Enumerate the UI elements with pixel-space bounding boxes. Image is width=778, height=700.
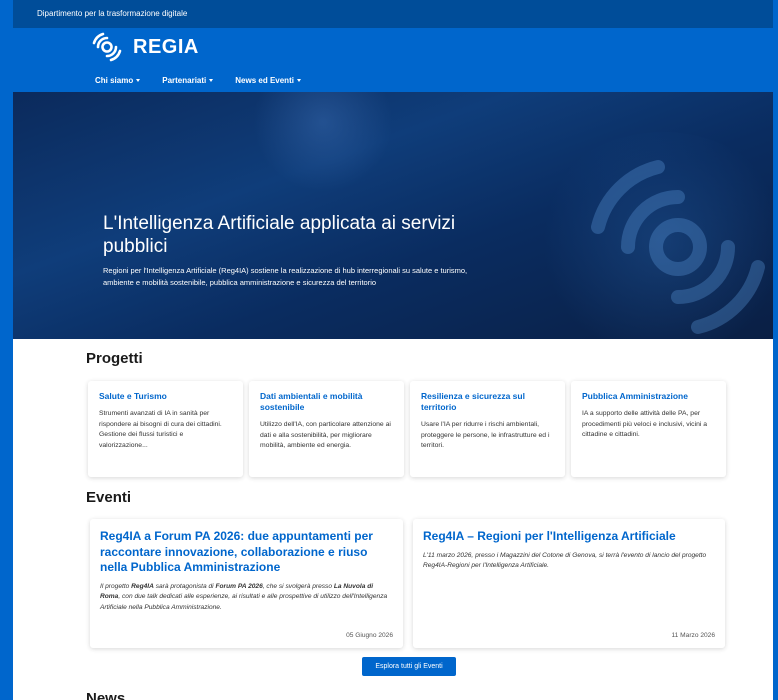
project-card-dati-ambientali[interactable]: Dati ambientali e mobilità sostenibile U… [249, 381, 404, 477]
hero-title: L'Intelligenza Artificiale applicata ai … [103, 213, 456, 257]
events-section-title: Eventi [86, 489, 132, 506]
project-card-title[interactable]: Salute e Turismo [99, 391, 232, 402]
project-card-resilienza[interactable]: Resilienza e sicurezza sul territorio Us… [410, 381, 565, 477]
nav-chi-siamo-label: Chi siamo [95, 76, 134, 85]
hero-banner: L'Intelligenza Artificiale applicata ai … [13, 92, 773, 339]
nav-news-eventi-label: News ed Eventi [235, 76, 294, 85]
project-card-text: Utilizzo dell'IA, con particolare attenz… [260, 421, 391, 449]
event-card-date: 05 Giugno 2026 [346, 632, 393, 639]
nav-news-eventi[interactable]: News ed Eventi [235, 76, 301, 85]
site-logo[interactable]: REGIA [91, 30, 199, 64]
site-header: REGIA Chi siamo Partenariati News ed Eve… [13, 28, 773, 92]
event-card-forum-pa[interactable]: Reg4IA a Forum PA 2026: due appuntamenti… [90, 519, 403, 648]
nav-partenariati[interactable]: Partenariati [162, 76, 214, 85]
institutional-topbar: Dipartimento per la trasformazione digit… [13, 0, 773, 28]
main-nav: Chi siamo Partenariati News ed Eventi [95, 76, 301, 85]
project-card-title[interactable]: Resilienza e sicurezza sul territorio [421, 391, 554, 413]
project-card-title[interactable]: Pubblica Amministrazione [582, 391, 715, 402]
left-edge-bar [0, 0, 13, 700]
event-card-text: L'11 marzo 2026, presso i Magazzini del … [423, 551, 707, 570]
event-card-reg4ia-launch[interactable]: Reg4IA – Regioni per l'Intelligenza Arti… [413, 519, 725, 648]
hero-subtitle: Regioni per l'Intelligenza Artificiale (… [103, 266, 468, 287]
project-card-pubblica-amministrazione[interactable]: Pubblica Amministrazione IA a supporto d… [571, 381, 726, 477]
project-card-text: IA a supporto delle attività delle PA, p… [582, 410, 708, 438]
project-card-text: Strumenti avanzati di IA in sanità per r… [99, 410, 222, 449]
chevron-down-icon [136, 79, 141, 82]
regia-logo-icon [92, 32, 122, 62]
logo-text: REGIA [133, 35, 199, 58]
explore-events-button[interactable]: Esplora tutti gli Eventi [362, 657, 456, 676]
project-card-title[interactable]: Dati ambientali e mobilità sostenibile [260, 391, 393, 413]
event-card-title[interactable]: Reg4IA – Regioni per l'Intelligenza Arti… [423, 529, 715, 545]
hero-decorative-logo-icon [591, 160, 765, 334]
projects-section-title: Progetti [86, 350, 143, 367]
news-section-title: News [86, 690, 126, 700]
hero-glow [253, 92, 393, 192]
nav-chi-siamo[interactable]: Chi siamo [95, 76, 141, 85]
right-edge-bar [773, 0, 778, 700]
nav-partenariati-label: Partenariati [162, 76, 207, 85]
event-card-title[interactable]: Reg4IA a Forum PA 2026: due appuntamenti… [100, 529, 393, 576]
event-card-text: Il progetto Reg4IA sarà protagonista di … [100, 582, 388, 611]
event-card-date: 11 Marzo 2026 [671, 632, 716, 639]
project-card-text: Usare l'IA per ridurre i rischi ambienta… [421, 421, 550, 449]
chevron-down-icon [209, 79, 214, 82]
project-card-salute-turismo[interactable]: Salute e Turismo Strumenti avanzati di I… [88, 381, 243, 477]
chevron-down-icon [296, 79, 301, 82]
topbar-label[interactable]: Dipartimento per la trasformazione digit… [37, 9, 187, 18]
